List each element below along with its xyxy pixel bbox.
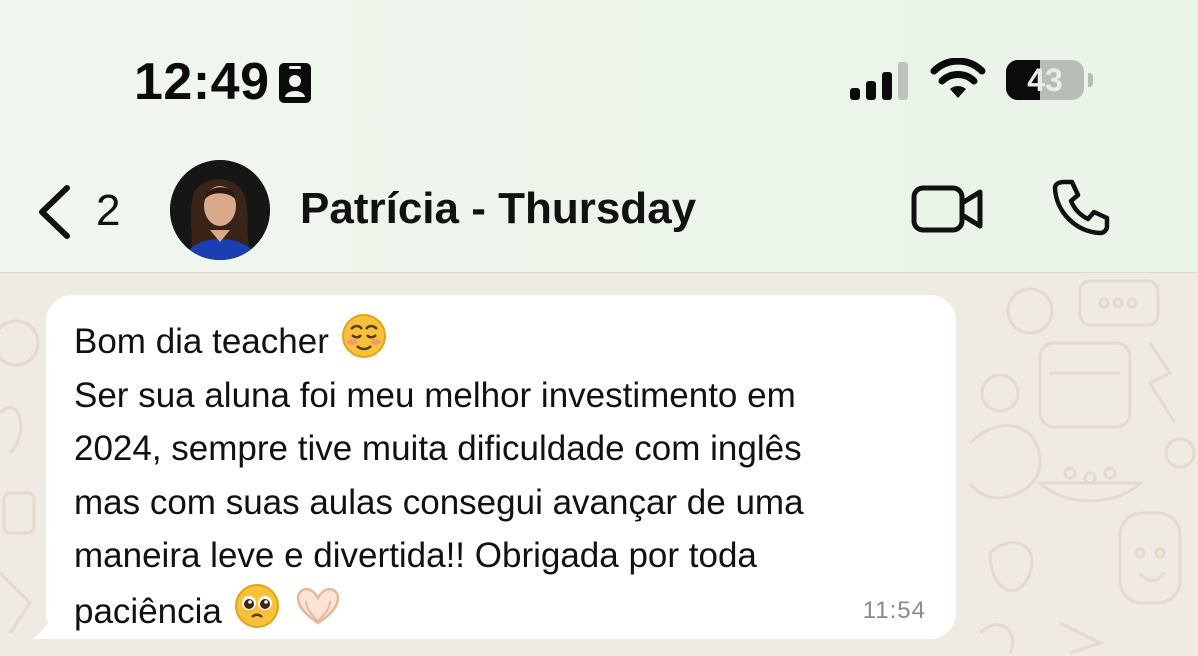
smiling-face-emoji xyxy=(341,314,386,358)
message-line: maneira leve e divertida!! Obrigada por … xyxy=(74,536,757,575)
back-chevron-icon[interactable] xyxy=(34,184,74,240)
battery-level: 43 xyxy=(1027,62,1063,98)
pleading-face-emoji xyxy=(234,583,279,628)
phone-call-icon[interactable] xyxy=(1050,176,1112,238)
message-text: Bom dia teacher Ser sua aluna foi meu me… xyxy=(74,313,944,638)
status-time: 12:49 xyxy=(134,53,270,111)
message-line: Ser sua aluna foi meu melhor investiment… xyxy=(74,375,796,415)
id-card-icon xyxy=(279,63,311,103)
heart-hands-emoji xyxy=(296,587,340,625)
avatar[interactable] xyxy=(170,160,270,260)
unread-count[interactable]: 2 xyxy=(96,186,120,236)
message-line: paciência xyxy=(74,591,222,631)
cellular-signal-icon xyxy=(850,62,908,100)
contact-name[interactable]: Patrícia - Thursday xyxy=(300,184,696,234)
status-bar: 12:49 43 xyxy=(0,0,1198,160)
battery-icon: 43 xyxy=(1006,60,1094,102)
message-timestamp: 11:54 xyxy=(862,597,926,624)
chat-area: Bom dia teacher Ser sua aluna foi meu me… xyxy=(0,273,1198,656)
message-line: mas com suas aulas consegui avançar de u… xyxy=(74,482,804,522)
message-bubble[interactable]: Bom dia teacher Ser sua aluna foi meu me… xyxy=(46,295,956,639)
video-call-icon[interactable] xyxy=(910,184,986,234)
message-line: 2024, sempre tive muita dificuldade com … xyxy=(74,429,802,468)
wifi-icon xyxy=(930,58,986,98)
message-line: Bom dia teacher xyxy=(74,322,329,361)
